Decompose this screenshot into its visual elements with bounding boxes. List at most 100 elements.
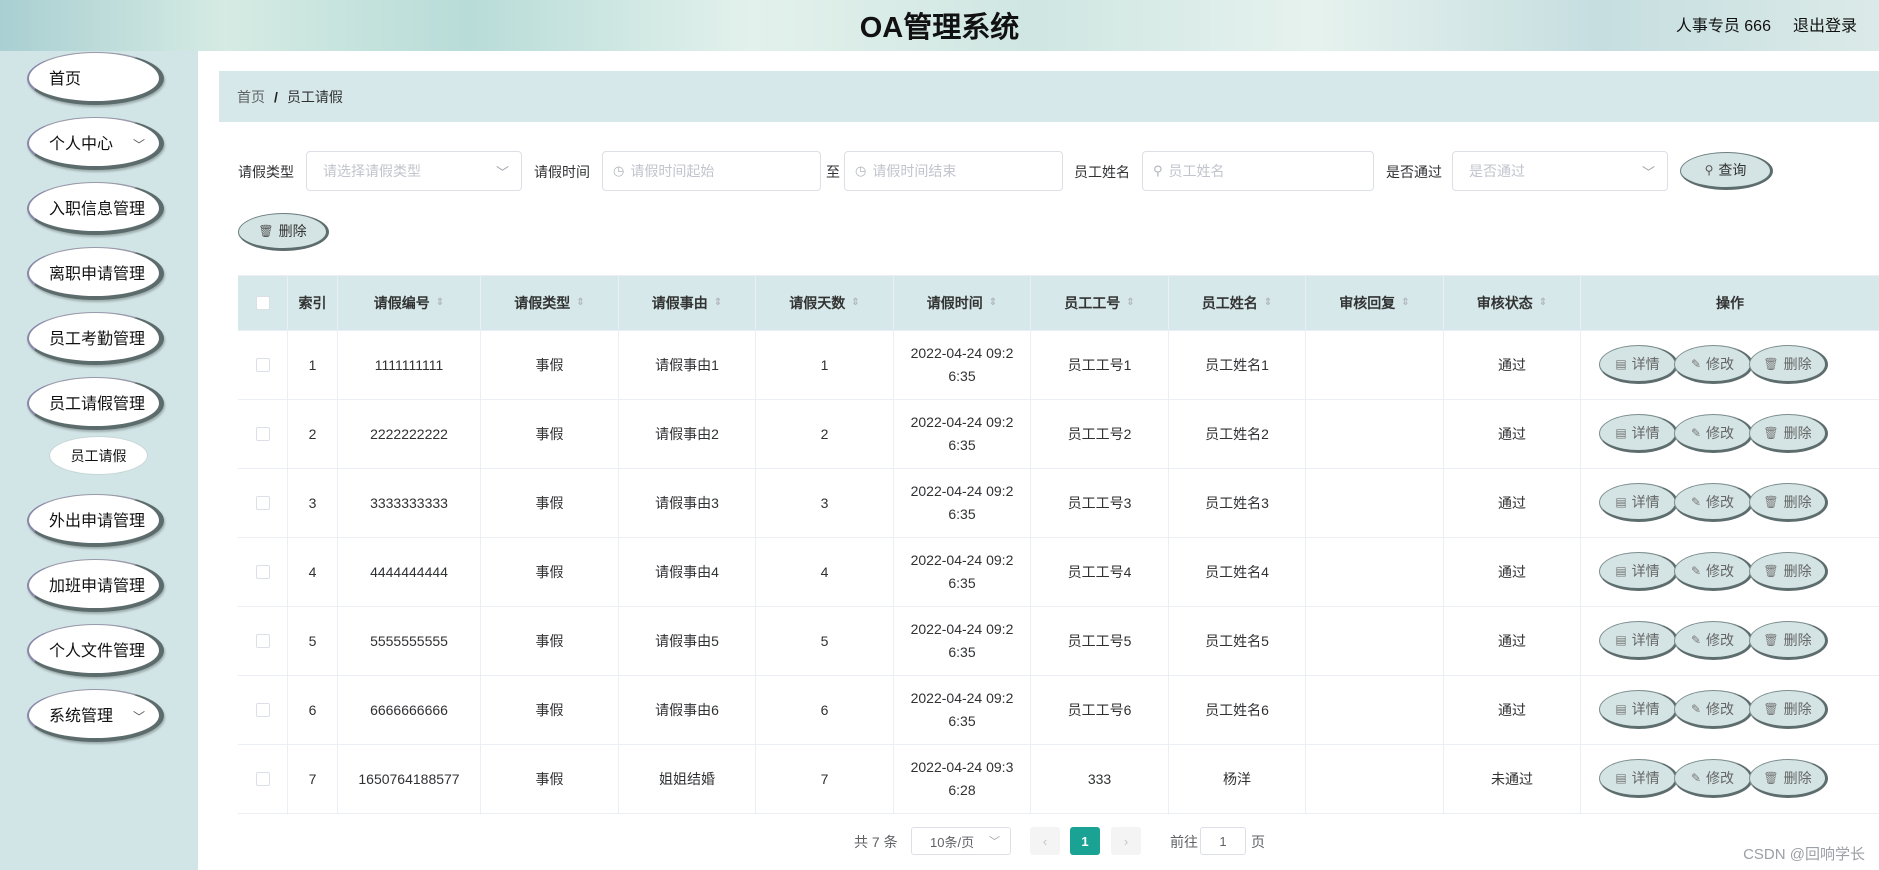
query-button[interactable]: ⚲ 查询 (1680, 152, 1773, 190)
delete-button[interactable]: 🗑 删除 (1749, 552, 1828, 591)
leave-time-end-placeholder: 请假时间结束 (872, 163, 957, 179)
approved-select[interactable]: 是否通过 ﹀ (1452, 151, 1668, 191)
sidebar-item-home[interactable]: 首页 (27, 52, 164, 105)
leave-time-line: 2022-04-24 09:2 (910, 552, 1014, 568)
detail-button[interactable]: ▤ 详情 (1599, 690, 1678, 729)
sort-icon[interactable]: ⇕ (989, 298, 997, 308)
column-header[interactable]: 请假事由 ⇕ (619, 276, 756, 330)
sort-icon[interactable]: ⇕ (436, 298, 444, 308)
breadcrumb-home[interactable]: 首页 (237, 87, 265, 107)
sidebar-item-personal-center[interactable]: 个人中心 ﹀ (27, 117, 164, 170)
goto-unit: 页 (1251, 834, 1265, 850)
edit-button-label: 修改 (1706, 562, 1735, 579)
sort-icon[interactable]: ⇕ (714, 298, 722, 308)
page-number-button[interactable]: 1 (1070, 827, 1100, 855)
edit-button[interactable]: ✎ 修改 (1674, 414, 1753, 453)
sidebar-subitem-employee-leave[interactable]: 员工请假 (49, 436, 148, 475)
delete-button[interactable]: 🗑 删除 (1749, 690, 1828, 729)
sidebar-item-overtime[interactable]: 加班申请管理 (27, 559, 164, 612)
column-header[interactable]: 请假时间 ⇕ (894, 276, 1031, 330)
sort-icon[interactable]: ⇕ (1401, 298, 1409, 308)
edit-button[interactable]: ✎ 修改 (1674, 759, 1753, 798)
leave-type-select[interactable]: 请选择请假类型 ﹀ (306, 151, 522, 191)
select-all-cell (238, 276, 288, 330)
sort-icon[interactable]: ⇕ (1264, 298, 1272, 308)
detail-button[interactable]: ▤ 详情 (1599, 621, 1678, 660)
sidebar-item-outing[interactable]: 外出申请管理 (27, 494, 164, 547)
employee-name-cell: 杨洋 (1169, 745, 1306, 813)
edit-button[interactable]: ✎ 修改 (1674, 690, 1753, 729)
row-checkbox[interactable] (255, 427, 270, 441)
delete-button[interactable]: 🗑 删除 (1749, 759, 1828, 798)
prev-page-button[interactable]: ‹ (1030, 827, 1060, 855)
edit-button[interactable]: ✎ 修改 (1674, 552, 1753, 591)
sidebar-item-files[interactable]: 个人文件管理 (27, 624, 164, 677)
leave-type-cell: 事假 (481, 538, 619, 606)
column-header[interactable]: 审核回复 ⇕ (1306, 276, 1444, 330)
detail-button[interactable]: ▤ 详情 (1599, 759, 1678, 798)
sort-icon[interactable]: ⇕ (851, 298, 859, 308)
row-checkbox[interactable] (255, 634, 270, 648)
column-header: 索引 (288, 276, 338, 330)
leave-type: 事假 (535, 771, 564, 787)
row-select-cell (238, 538, 288, 606)
row-checkbox[interactable] (255, 358, 270, 372)
sort-icon[interactable]: ⇕ (1126, 298, 1134, 308)
leave-type-cell: 事假 (481, 607, 619, 675)
delete-button[interactable]: 🗑 删除 (1749, 621, 1828, 660)
row-checkbox[interactable] (255, 496, 270, 510)
column-header[interactable]: 请假天数 ⇕ (756, 276, 894, 330)
row-select-cell (238, 400, 288, 468)
delete-button[interactable]: 🗑 删除 (1749, 483, 1828, 522)
sidebar-item-onboarding[interactable]: 入职信息管理 (27, 182, 164, 235)
column-header[interactable]: 员工姓名 ⇕ (1169, 276, 1306, 330)
document-icon: ▤ (1615, 701, 1627, 716)
detail-button[interactable]: ▤ 详情 (1599, 552, 1678, 591)
row-checkbox[interactable] (255, 772, 270, 786)
delete-button[interactable]: 🗑 删除 (1749, 345, 1828, 384)
column-header[interactable]: 请假类型 ⇕ (481, 276, 619, 330)
top-header: OA管理系统 人事专员 666 退出登录 (0, 0, 1879, 51)
leave-reason-cell: 请假事由2 (619, 400, 756, 468)
column-header[interactable]: 员工工号 ⇕ (1031, 276, 1169, 330)
delete-button-label: 删除 (1783, 562, 1812, 579)
detail-button[interactable]: ▤ 详情 (1599, 345, 1678, 384)
next-page-button[interactable]: › (1111, 827, 1141, 855)
sort-icon[interactable]: ⇕ (576, 298, 584, 308)
row-select-cell (238, 676, 288, 744)
page-size-select[interactable]: 10条/页 ﹀ (911, 827, 1011, 855)
column-header[interactable]: 请假编号 ⇕ (338, 276, 481, 330)
sort-icon[interactable]: ⇕ (1539, 298, 1547, 308)
detail-button[interactable]: ▤ 详情 (1599, 414, 1678, 453)
leave-code: 6666666666 (370, 702, 448, 718)
goto-page-input[interactable]: 1 (1200, 827, 1246, 855)
leave-time-line: 6:35 (948, 713, 976, 729)
leave-time-start-input[interactable]: ◷ 请假时间起始 (602, 151, 821, 191)
delete-button[interactable]: 🗑 删除 (1749, 414, 1828, 453)
edit-button[interactable]: ✎ 修改 (1674, 345, 1753, 384)
sidebar-item-label: 外出申请管理 (49, 513, 146, 530)
table-row: 1 1111111111 事假 请假事由1 1 2022-04-24 09:2 6:35 员工… (238, 331, 1879, 400)
clock-icon: ◷ (613, 163, 625, 178)
logout-link[interactable]: 退出登录 (1793, 12, 1857, 36)
row-checkbox[interactable] (255, 703, 270, 717)
review-reply-cell (1306, 538, 1444, 606)
employee-number-cell: 员工工号6 (1031, 676, 1169, 744)
leave-time-end-input[interactable]: ◷ 请假时间结束 (844, 151, 1063, 191)
batch-delete-button[interactable]: 🗑 删除 (238, 213, 329, 251)
sidebar-item-system[interactable]: 系统管理 ﹀ (27, 689, 164, 742)
row-checkbox[interactable] (255, 565, 270, 579)
sidebar-item-attendance[interactable]: 员工考勤管理 (27, 312, 164, 365)
employee-name-cell: 员工姓名6 (1169, 676, 1306, 744)
edit-button[interactable]: ✎ 修改 (1674, 483, 1753, 522)
sidebar-item-resignation[interactable]: 离职申请管理 (27, 247, 164, 300)
detail-button[interactable]: ▤ 详情 (1599, 483, 1678, 522)
edit-button[interactable]: ✎ 修改 (1674, 621, 1753, 660)
employee-name: 员工姓名2 (1205, 426, 1269, 442)
leave-code-cell: 6666666666 (338, 676, 481, 744)
select-all-checkbox[interactable] (255, 296, 270, 310)
employee-name-input[interactable]: ⚲ 员工姓名 (1142, 151, 1374, 191)
review-status: 通过 (1498, 426, 1526, 442)
column-header[interactable]: 审核状态 ⇕ (1444, 276, 1581, 330)
sidebar-item-leave-management[interactable]: 员工请假管理 (27, 377, 164, 430)
